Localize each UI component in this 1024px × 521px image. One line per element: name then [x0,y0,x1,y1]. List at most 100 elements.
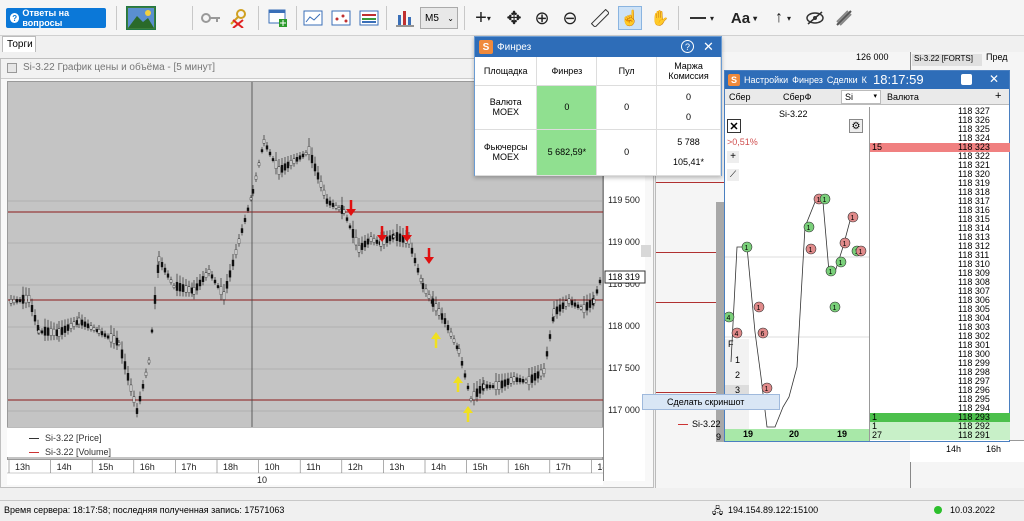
candle [52,328,56,336]
candle [265,145,269,150]
menu-settings[interactable]: Настройки [744,75,788,85]
key-icon[interactable] [200,6,222,30]
close-icon[interactable]: ✕ [703,39,714,55]
candle [157,256,161,262]
candle [298,155,302,160]
settings-titlebar: S Настройки Финрез Сделки К 18:17:59 ✕ [725,71,1009,89]
timeframe-select[interactable]: M5 ⌄ [420,7,458,29]
menu-trades[interactable]: Сделки [827,75,858,85]
chart-window-icon[interactable] [302,6,324,30]
candle [555,306,559,315]
tab-torgi[interactable]: Торги [2,36,36,52]
candle [328,200,332,206]
line-tool[interactable]: ▾ [684,6,720,30]
candle [77,317,81,325]
menu-finrez[interactable]: Финрез [792,75,823,85]
candle [491,385,495,388]
candle [141,384,145,389]
crosshair-tool[interactable]: + ▾ [468,6,498,30]
candle [576,304,580,309]
status-date: 10.03.2022 [950,505,996,515]
menu-more[interactable]: К [862,75,867,85]
table-window-icon[interactable] [358,6,380,30]
candle [443,318,447,324]
forts-tab[interactable]: Si-3.22 [FORTS] [912,54,982,66]
time-label: 13h [389,462,404,472]
chevron-down-icon: ⌄ [447,13,454,23]
scatter-window-icon[interactable] [330,6,352,30]
scroll-handle[interactable] [641,245,651,257]
candle [573,302,577,307]
tab-sberf[interactable]: СберФ [783,92,811,102]
candle [80,319,84,326]
candle [354,236,358,246]
order-book[interactable]: 118 327 118 326 118 325 118 324 15 118 323 118… [869,107,1010,441]
key-remove-icon[interactable] [226,6,250,30]
status-bar: Время сервера: 18:17:58; последняя получ… [0,500,1024,518]
candle [457,348,461,354]
move-icon[interactable]: ✥ [502,6,526,30]
chart-title: Si-3.22 График цены и объёма - [5 минут] [23,62,215,73]
candle [419,277,423,282]
candle [485,384,489,389]
candle [112,335,116,344]
candle [216,285,220,288]
candle [360,242,364,250]
clock: 18:17:59 [873,72,924,87]
close-icon[interactable]: ✕ [989,72,999,86]
hand-pan-icon[interactable]: ✋ [648,6,672,30]
arrow-tool[interactable]: ↑ ▾ [766,6,800,30]
list-item[interactable]: 118 312 [870,242,1010,251]
help-icon[interactable]: ? [681,40,694,53]
candle [249,197,253,201]
zoom-in-icon[interactable]: ⊕ [530,6,554,30]
candle [166,273,170,278]
current-price-label: 118 319 [608,272,640,282]
candle [57,328,61,337]
header-venue: Площадка [475,57,538,86]
candle [310,154,314,164]
candle [268,151,272,156]
new-window-icon[interactable] [266,6,290,30]
text-tool[interactable]: Aa ▾ [724,6,764,30]
candle [135,408,139,414]
time-label: 15h [473,462,488,472]
time-label: 10h [265,462,280,472]
picture-icon[interactable] [126,6,156,30]
tab-si[interactable]: Si ▾ [841,90,881,104]
candle [515,377,519,383]
candle [237,238,241,244]
candle [319,181,323,188]
context-menu-screenshot[interactable]: Сделать скриншот [642,394,780,410]
candle [475,388,479,397]
hide-icon[interactable] [802,6,828,30]
buy-arrow-head [453,376,463,383]
candle [521,379,525,383]
candle [449,331,453,337]
counts-bar: 19 20 19 [725,429,869,441]
qa-button[interactable]: ? Ответы на вопросы [6,8,106,28]
header-pool: Пул [596,57,658,86]
date-label: 10 [257,475,267,485]
candle [345,217,349,221]
candle [66,324,70,331]
ruler-icon[interactable] [588,6,612,30]
bar-chart-icon[interactable] [394,6,416,30]
candle [43,326,47,336]
candle [289,160,293,167]
candle [567,298,571,304]
candle [9,298,13,304]
list-item[interactable]: 27 118 291 [870,431,1010,440]
candle [37,329,41,334]
candle [545,351,549,357]
tab-sber[interactable]: Сбер [729,92,751,102]
add-tab-icon[interactable]: + [995,90,1001,102]
maximize-icon[interactable] [961,74,972,85]
candle [463,373,467,378]
zoom-out-icon[interactable]: ⊖ [558,6,582,30]
candle [482,384,486,389]
tab-currency[interactable]: Валюта [887,92,919,102]
trade-size: 4 [727,315,731,322]
erase-drawings-icon[interactable] [832,6,856,30]
hand-pointer-icon[interactable]: ☝ [618,6,642,30]
